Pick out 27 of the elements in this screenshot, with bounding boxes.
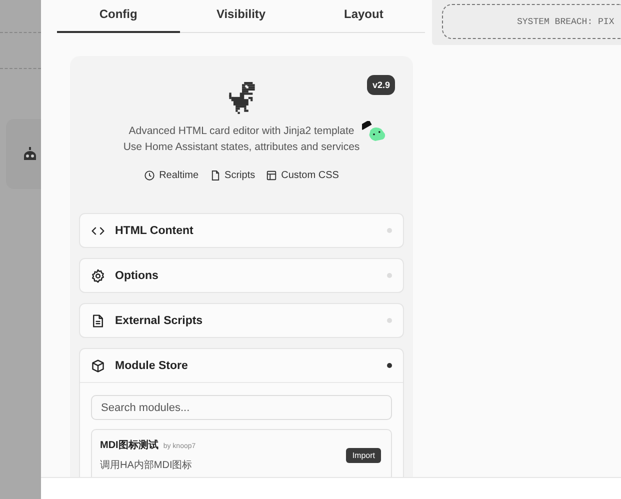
description-text: Use Home Assistant states, attributes and services [123,140,360,155]
feature-label: Scripts [224,170,256,181]
dinosaur-icon [228,82,256,114]
feature-label: Custom CSS [281,170,339,181]
tab[interactable]: Config [57,0,180,33]
description-text: Advanced HTML card editor with Jinja2 template [128,124,354,139]
preview-text: SYSTEM BREACH: PIX [517,16,614,26]
layout-icon [266,170,278,181]
tab[interactable]: Layout [302,0,426,33]
document-icon [91,314,105,328]
section-header[interactable]: Options [80,259,403,292]
section-header[interactable]: HTML Content [80,214,403,247]
module-name: MDI图标测试 [100,438,158,452]
module-description: 调用HA内部MDI图标 [100,458,194,472]
cube-icon [91,358,105,372]
tab[interactable]: Visibility [180,0,302,33]
sprite-icon [362,121,386,143]
robot-icon [22,147,38,161]
section-header[interactable]: Module Store [80,349,403,382]
search-field[interactable]: Search modules... [91,395,392,420]
feature-label: Realtime [159,170,199,181]
section-header[interactable]: External Scripts [80,304,403,337]
clock-icon [144,170,156,181]
file-icon [210,170,221,181]
import-button[interactable]: Import [346,448,381,462]
version-badge: v2.9 [367,75,395,95]
settings-icon [91,268,105,282]
